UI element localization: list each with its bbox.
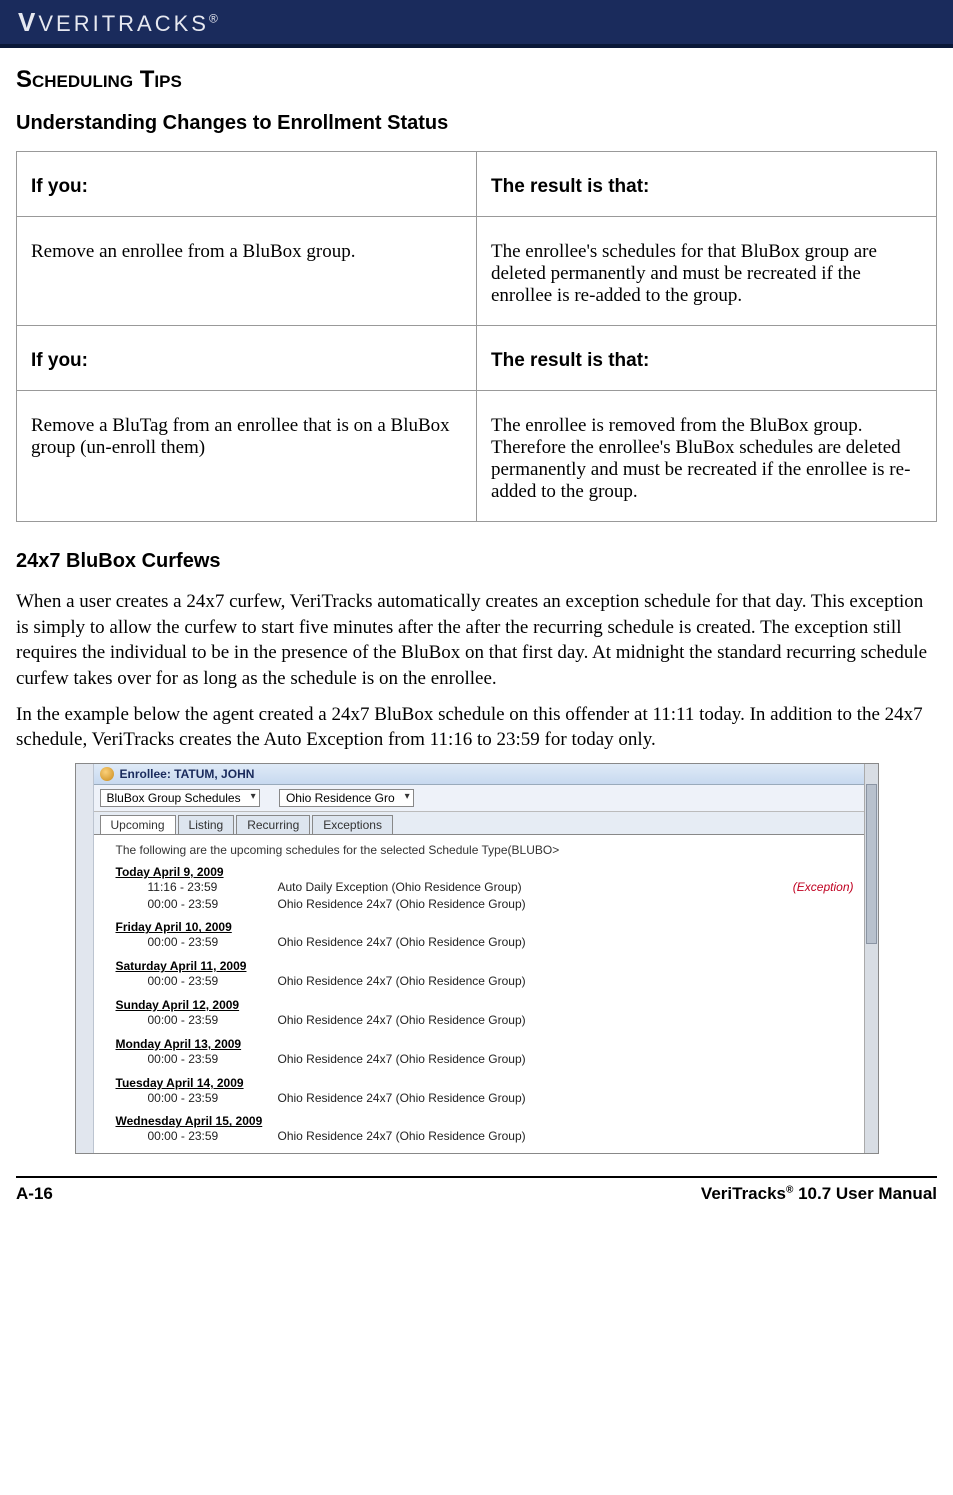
schedule-row: 00:00 - 23:59Ohio Residence 24x7 (Ohio R… [148,896,854,913]
group-select[interactable]: Ohio Residence Gro [279,789,414,807]
schedule-row: 00:00 - 23:59Ohio Residence 24x7 (Ohio R… [148,1012,854,1029]
table-header-result-1: The result is that: [477,152,937,217]
section-heading: Scheduling Tips [16,66,937,94]
page-footer: A-16 VeriTracks® 10.7 User Manual [16,1176,937,1204]
schedule-row: 11:16 - 23:59Auto Daily Exception (Ohio … [148,879,854,896]
schedule-desc: Ohio Residence 24x7 (Ohio Residence Grou… [278,1012,854,1029]
table-cell-if-2: Remove a BluTag from an enrollee that is… [17,391,477,522]
schedule-row: 00:00 - 23:59Ohio Residence 24x7 (Ohio R… [148,1128,854,1145]
tab-listing[interactable]: Listing [178,815,235,834]
paragraph-2: In the example below the agent created a… [16,702,937,753]
enrollee-title-bar: Enrollee: TATUM, JOHN [94,764,864,785]
schedule-day-header: Saturday April 11, 2009 [116,959,854,973]
tab-upcoming[interactable]: Upcoming [100,815,176,834]
paragraph-1: When a user creates a 24x7 curfew, VeriT… [16,589,937,692]
schedule-time: 00:00 - 23:59 [148,1012,278,1029]
screenshot-left-gutter [76,764,94,1153]
schedule-day-header: Tuesday April 14, 2009 [116,1076,854,1090]
schedule-note: The following are the upcoming schedules… [116,843,854,857]
exception-label: (Exception) [793,879,854,896]
table-header-if-1: If you: [17,152,477,217]
schedule-desc: Ohio Residence 24x7 (Ohio Residence Grou… [278,934,854,951]
brand-header: VVERITRACKS® [0,0,953,48]
footer-page-number: A-16 [16,1184,53,1204]
schedule-tabs: UpcomingListingRecurringExceptions [94,812,864,835]
enrollee-title: Enrollee: TATUM, JOHN [120,767,255,781]
schedule-row: 00:00 - 23:59Ohio Residence 24x7 (Ohio R… [148,1090,854,1107]
schedule-desc: Ohio Residence 24x7 (Ohio Residence Grou… [278,973,854,990]
schedule-time: 00:00 - 23:59 [148,1090,278,1107]
schedule-desc: Ohio Residence 24x7 (Ohio Residence Grou… [278,1090,854,1107]
schedule-time: 11:16 - 23:59 [148,879,278,896]
schedule-time: 00:00 - 23:59 [148,896,278,913]
schedule-time: 00:00 - 23:59 [148,934,278,951]
schedule-time: 00:00 - 23:59 [148,973,278,990]
schedule-row: 00:00 - 23:59Ohio Residence 24x7 (Ohio R… [148,973,854,990]
schedule-day-header: Sunday April 12, 2009 [116,998,854,1012]
schedule-day-header: Monday April 13, 2009 [116,1037,854,1051]
brand-text: VERITRACKS [38,11,209,36]
brand-mark: ® [209,11,221,25]
table-header-if-2: If you: [17,326,477,391]
scrollbar-thumb[interactable] [866,784,877,944]
schedule-desc: Ohio Residence 24x7 (Ohio Residence Grou… [278,1051,854,1068]
tab-recurring[interactable]: Recurring [236,815,310,834]
subheading-changes: Understanding Changes to Enrollment Stat… [16,112,937,135]
schedule-row: 00:00 - 23:59Ohio Residence 24x7 (Ohio R… [148,1051,854,1068]
embedded-screenshot: Enrollee: TATUM, JOHN BluBox Group Sched… [75,763,879,1154]
table-cell-result-1: The enrollee's schedules for that BluBox… [477,217,937,326]
schedule-day-header: Wednesday April 15, 2009 [116,1114,854,1128]
subheading-curfews: 24x7 BluBox Curfews [16,550,937,573]
enrollee-icon [100,767,114,781]
enrollment-table: If you: The result is that: Remove an en… [16,151,937,522]
schedule-row: 00:00 - 23:59Ohio Residence 24x7 (Ohio R… [148,934,854,951]
schedule-desc: Ohio Residence 24x7 (Ohio Residence Grou… [278,1128,854,1145]
tab-exceptions[interactable]: Exceptions [312,815,393,834]
schedule-body: The following are the upcoming schedules… [94,835,864,1153]
table-header-result-2: The result is that: [477,326,937,391]
screenshot-scrollbar[interactable] [864,764,878,1153]
brand-logo: VVERITRACKS® [18,7,221,38]
footer-manual-title: VeriTracks® 10.7 User Manual [701,1184,937,1204]
table-cell-if-1: Remove an enrollee from a BluBox group. [17,217,477,326]
schedule-day-header: Today April 9, 2009 [116,865,854,879]
table-cell-result-2: The enrollee is removed from the BluBox … [477,391,937,522]
schedule-time: 00:00 - 23:59 [148,1128,278,1145]
schedule-type-select[interactable]: BluBox Group Schedules [100,789,260,807]
schedule-controls: BluBox Group Schedules Ohio Residence Gr… [94,785,864,812]
schedule-desc: Ohio Residence 24x7 (Ohio Residence Grou… [278,896,854,913]
schedule-time: 00:00 - 23:59 [148,1051,278,1068]
schedule-desc: Auto Daily Exception (Ohio Residence Gro… [278,879,785,896]
schedule-day-header: Friday April 10, 2009 [116,920,854,934]
